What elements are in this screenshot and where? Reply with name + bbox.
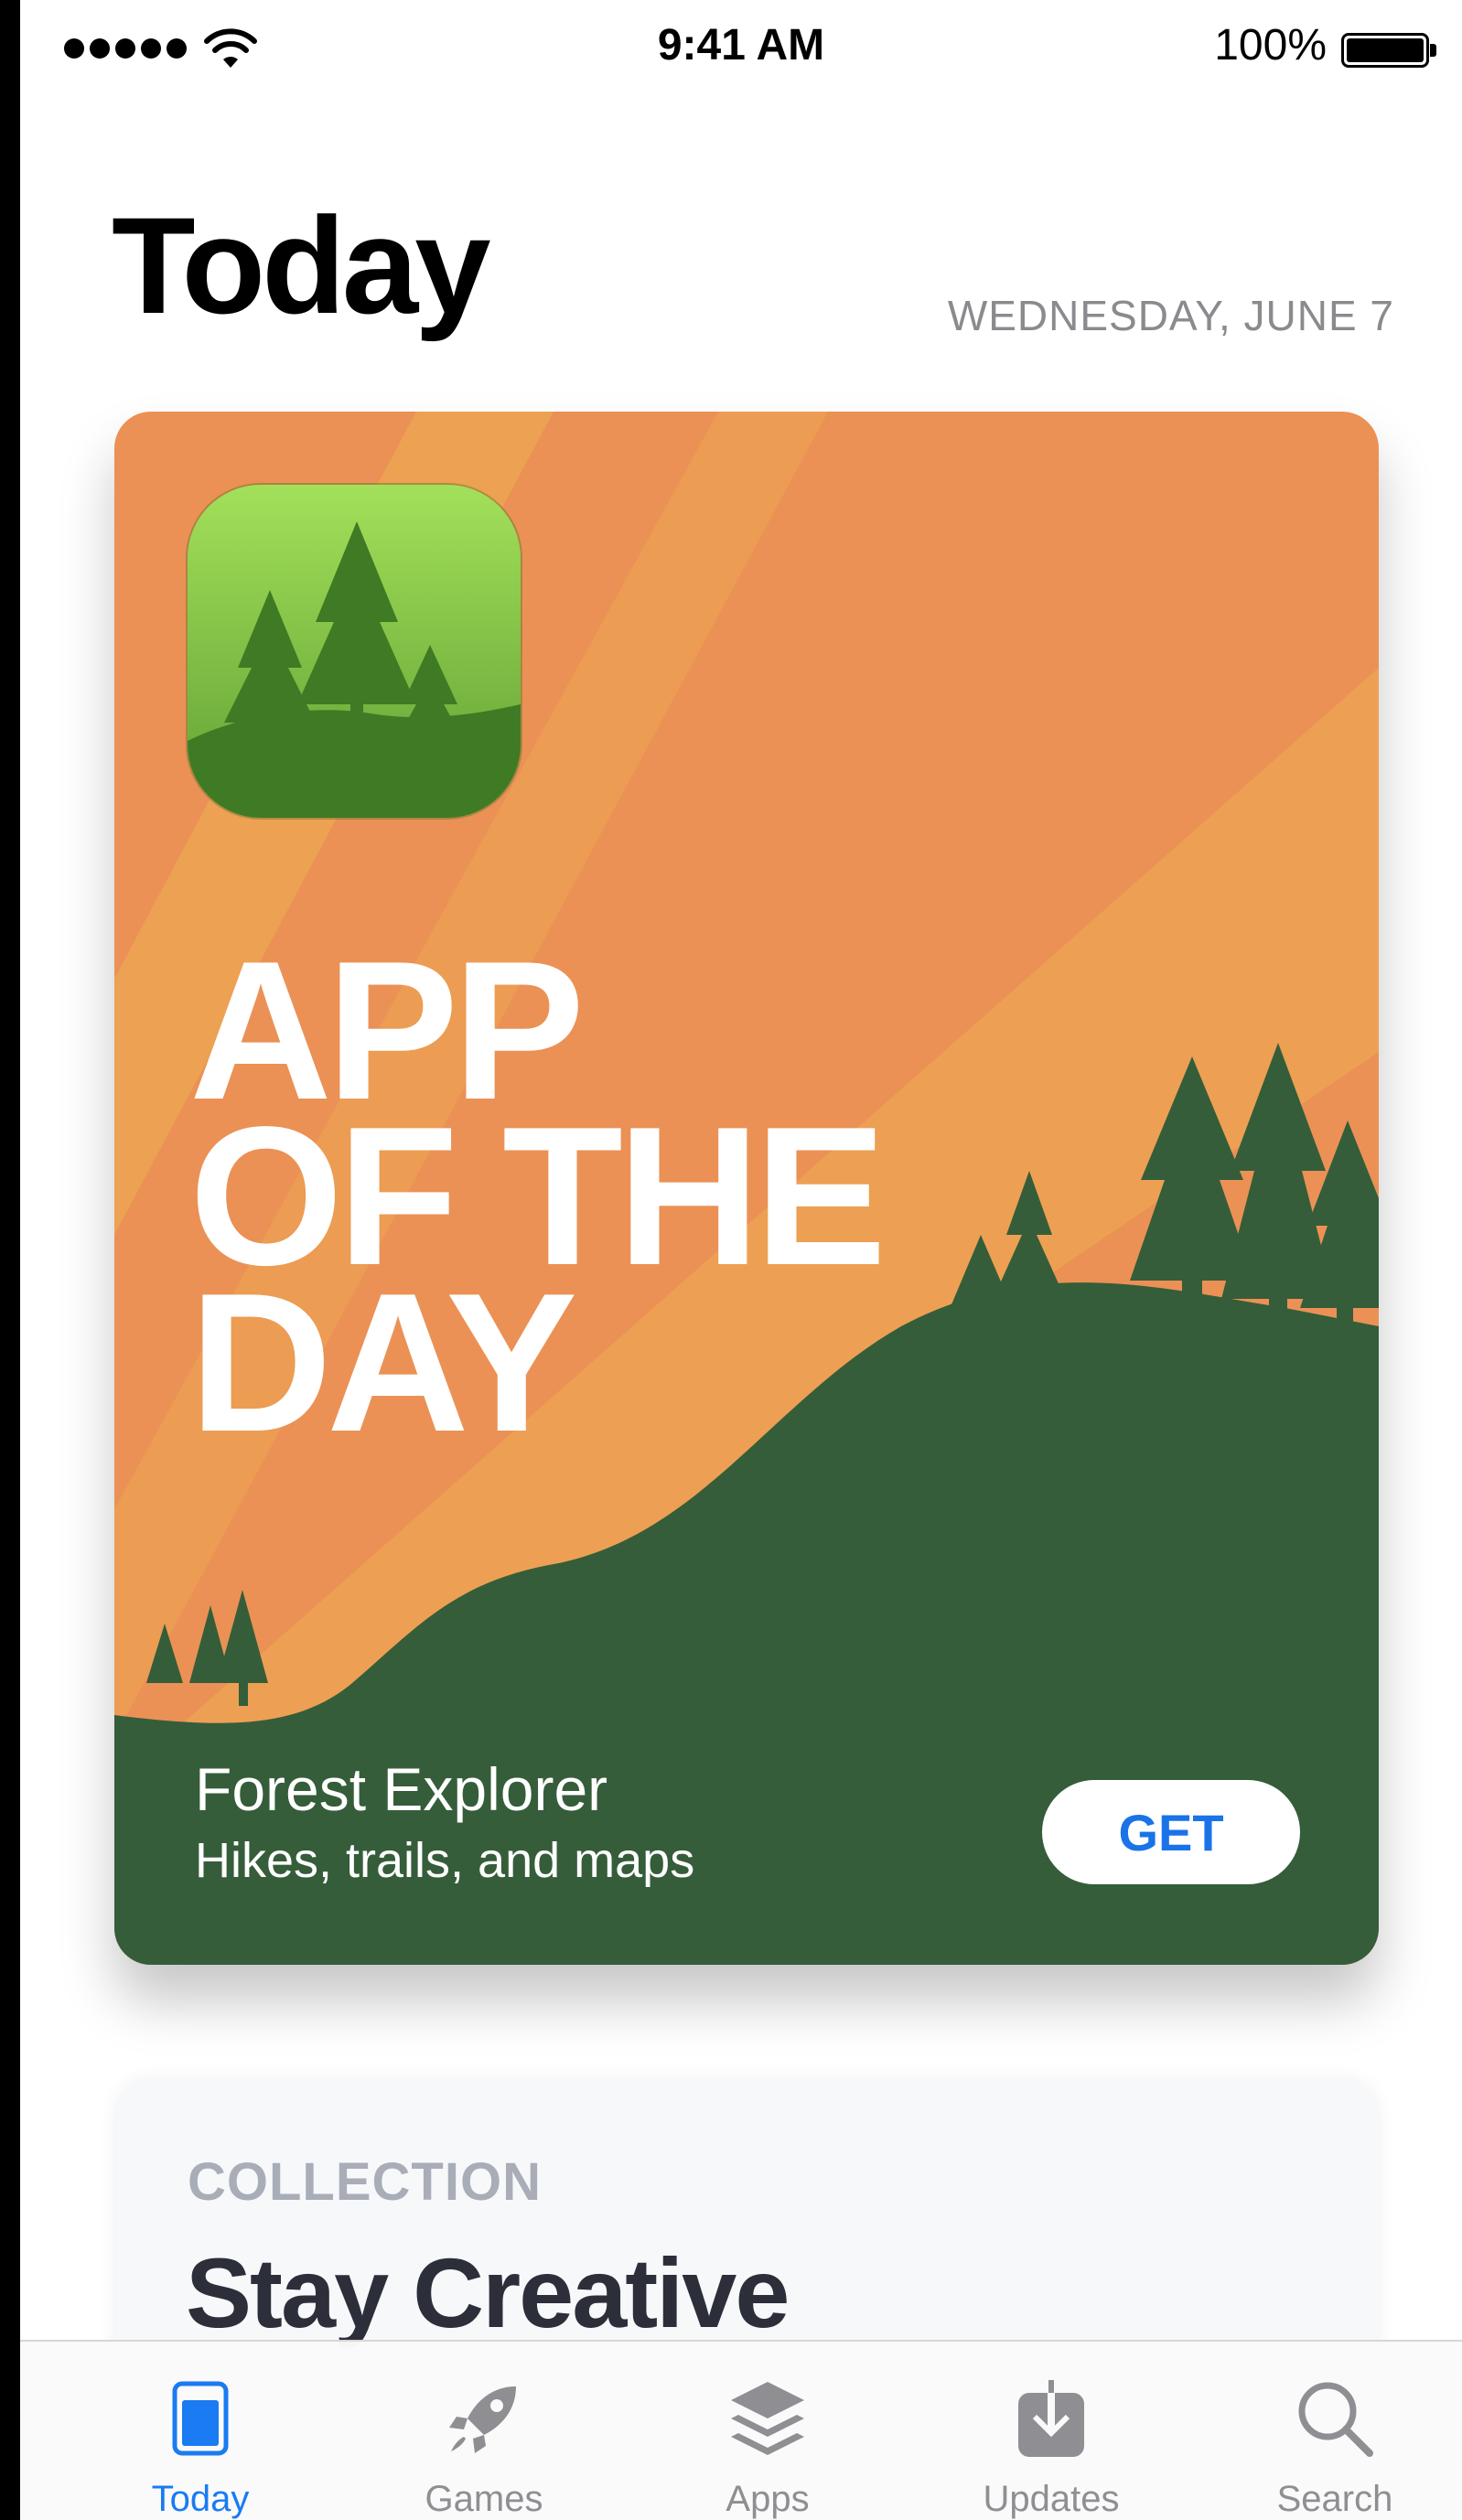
page-date: WEDNESDAY, JUNE 7 bbox=[947, 292, 1394, 339]
app-subtitle: Hikes, trails, and maps bbox=[195, 1833, 695, 1888]
tab-label: Search bbox=[1276, 2479, 1393, 2519]
battery-tip bbox=[1430, 44, 1436, 57]
search-icon bbox=[1298, 2382, 1373, 2457]
card-headline: APP OF THE DAY bbox=[189, 931, 887, 1461]
download-icon bbox=[1018, 2376, 1084, 2457]
today-icon bbox=[172, 2381, 229, 2456]
tab-label: Games bbox=[425, 2479, 543, 2519]
tab-label: Apps bbox=[726, 2479, 810, 2519]
collection-title: Stay Creative bbox=[186, 2237, 790, 2348]
page-title: Today bbox=[112, 188, 491, 342]
forest-explorer-app-icon bbox=[188, 485, 521, 818]
tab-label: Today bbox=[151, 2479, 250, 2519]
layers-icon bbox=[731, 2382, 804, 2455]
tab-apps[interactable]: Apps bbox=[626, 2342, 909, 2520]
battery-icon bbox=[1341, 33, 1429, 68]
tab-search[interactable]: Search bbox=[1193, 2342, 1462, 2520]
collection-kicker: COLLECTION bbox=[188, 2152, 542, 2212]
tab-bar: Today Games Apps Updates Search bbox=[20, 2340, 1462, 2520]
status-bar: 9:41 AM 100% bbox=[20, 0, 1462, 91]
app-of-the-day-card[interactable]: APP OF THE DAY Forest Explorer Hikes, tr… bbox=[114, 412, 1379, 1965]
get-button[interactable]: GET bbox=[1042, 1780, 1300, 1884]
tab-today[interactable]: Today bbox=[59, 2342, 342, 2520]
battery-percentage: 100% bbox=[1214, 21, 1327, 70]
rocket-icon bbox=[449, 2386, 516, 2453]
tab-games[interactable]: Games bbox=[342, 2342, 626, 2520]
tab-updates[interactable]: Updates bbox=[909, 2342, 1193, 2520]
app-name: Forest Explorer bbox=[195, 1755, 608, 1823]
app-store-screen: 9:41 AM 100% Today WEDNESDAY, JUNE 7 APP… bbox=[20, 0, 1462, 2520]
tab-label: Updates bbox=[983, 2479, 1120, 2519]
